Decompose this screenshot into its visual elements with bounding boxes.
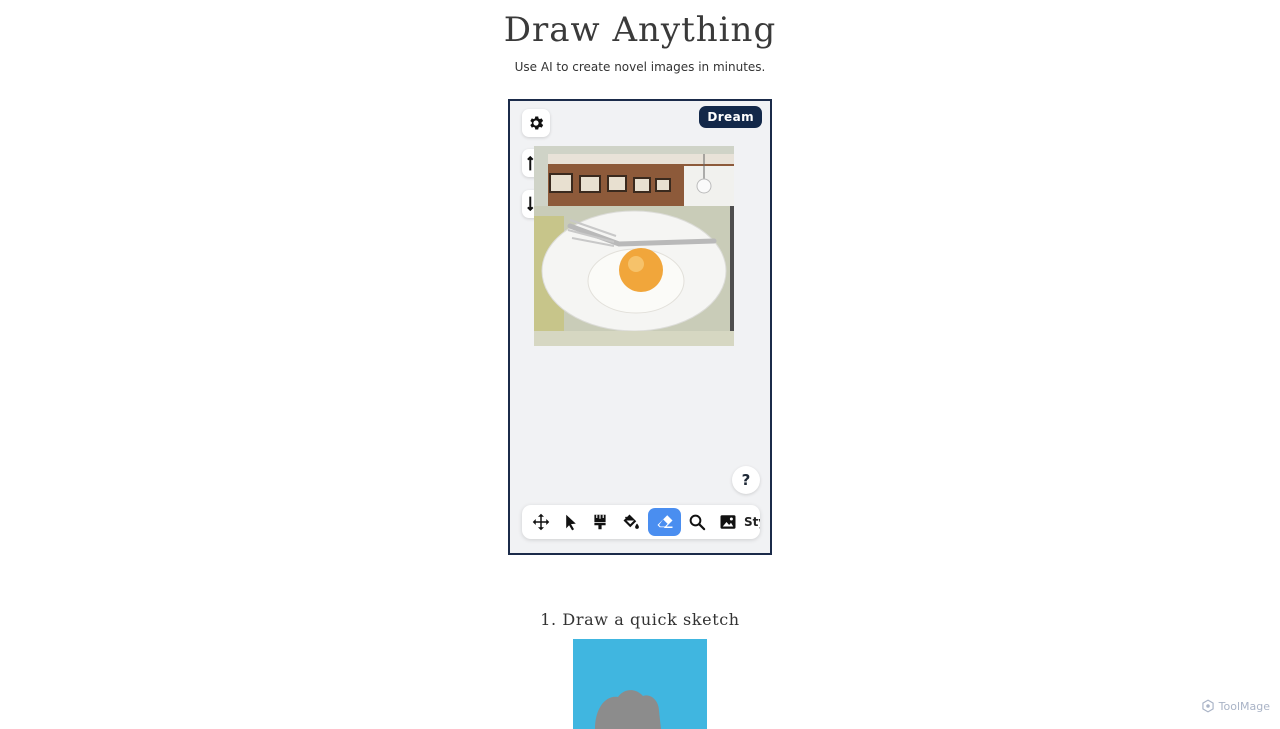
image-icon xyxy=(720,515,736,529)
watermark: ToolMage xyxy=(1201,699,1270,713)
settings-icon xyxy=(530,116,544,130)
brush-tool[interactable] xyxy=(585,508,615,536)
page-subtitle: Use AI to create novel images in minutes… xyxy=(514,60,766,74)
select-tool[interactable] xyxy=(556,508,586,536)
tool-bar: Sty xyxy=(522,505,760,539)
dream-button[interactable]: Dream xyxy=(699,106,762,128)
paint-bucket-icon xyxy=(623,514,639,529)
help-button[interactable]: ? xyxy=(732,466,760,494)
drawing-app-frame: Dream ? St xyxy=(508,99,772,555)
move-icon xyxy=(532,513,550,531)
brush-icon xyxy=(594,514,606,530)
image-tool[interactable] xyxy=(713,508,743,536)
zoom-icon xyxy=(689,514,706,531)
sketch-shape xyxy=(595,690,661,729)
fill-tool[interactable] xyxy=(616,508,646,536)
fried-egg-photo xyxy=(534,146,734,346)
settings-button[interactable] xyxy=(522,109,550,137)
page-title: Draw Anything xyxy=(503,10,777,50)
watermark-text: ToolMage xyxy=(1218,699,1270,713)
eraser-tool[interactable] xyxy=(648,508,681,536)
style-tool-label[interactable]: Sty xyxy=(744,505,760,539)
sketch-preview xyxy=(573,639,707,729)
move-tool[interactable] xyxy=(526,508,556,536)
eraser-icon xyxy=(657,515,672,528)
zoom-tool[interactable] xyxy=(682,508,712,536)
toolmage-logo-icon xyxy=(1201,699,1214,713)
select-cursor-icon xyxy=(566,514,576,531)
canvas-image[interactable] xyxy=(534,146,734,346)
step-1-title: 1. Draw a quick sketch xyxy=(540,610,740,629)
